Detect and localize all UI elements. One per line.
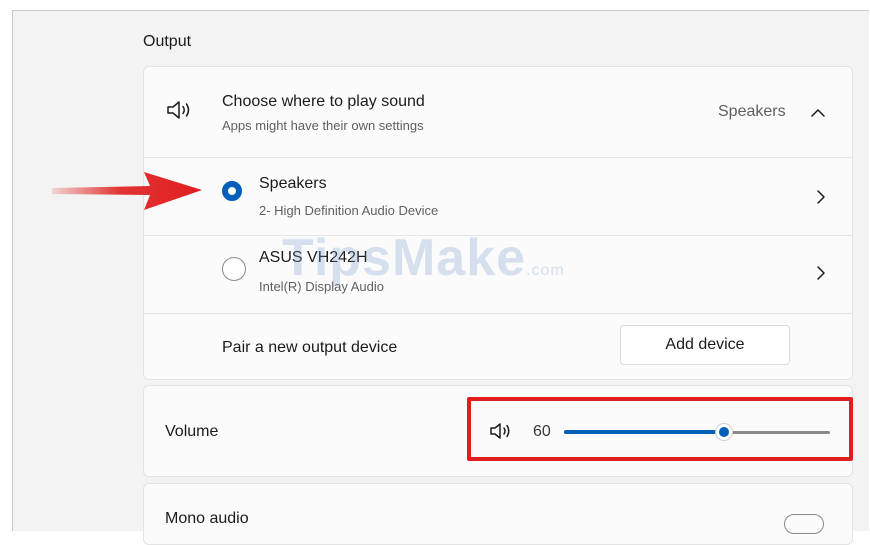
- volume-label: Volume: [165, 423, 219, 440]
- output-header-subtitle: Apps might have their own settings: [222, 118, 424, 133]
- speaker-icon: [167, 101, 190, 119]
- output-header-title: Choose where to play sound: [222, 93, 425, 110]
- add-device-button[interactable]: Add device: [620, 325, 790, 365]
- mono-audio-card: Mono audio: [143, 483, 853, 545]
- chevron-right-icon[interactable]: [809, 261, 833, 285]
- device-radio-speakers[interactable]: [222, 181, 242, 201]
- annotation-arrow: [52, 172, 202, 210]
- device-name-speakers: Speakers: [259, 175, 327, 192]
- watermark-logo: TipsMake.com: [282, 229, 565, 287]
- current-device-label: Speakers: [718, 103, 786, 120]
- output-card: Choose where to play sound Apps might ha…: [143, 66, 853, 380]
- chevron-right-icon[interactable]: [809, 185, 833, 209]
- device-description-speakers: 2- High Definition Audio Device: [259, 203, 439, 218]
- chevron-up-icon[interactable]: [806, 101, 830, 125]
- device-radio-asus-vh242h[interactable]: [222, 257, 246, 281]
- volume-highlight-box: [467, 397, 853, 461]
- pair-output-device-label: Pair a new output device: [222, 339, 398, 356]
- output-header-row[interactable]: Choose where to play sound Apps might ha…: [144, 67, 852, 157]
- mono-audio-toggle[interactable]: [784, 514, 824, 534]
- section-title-output: Output: [143, 33, 192, 50]
- device-row-speakers[interactable]: Speakers 2- High Definition Audio Device: [144, 158, 852, 235]
- divider: [144, 313, 852, 314]
- mono-audio-label: Mono audio: [165, 510, 249, 527]
